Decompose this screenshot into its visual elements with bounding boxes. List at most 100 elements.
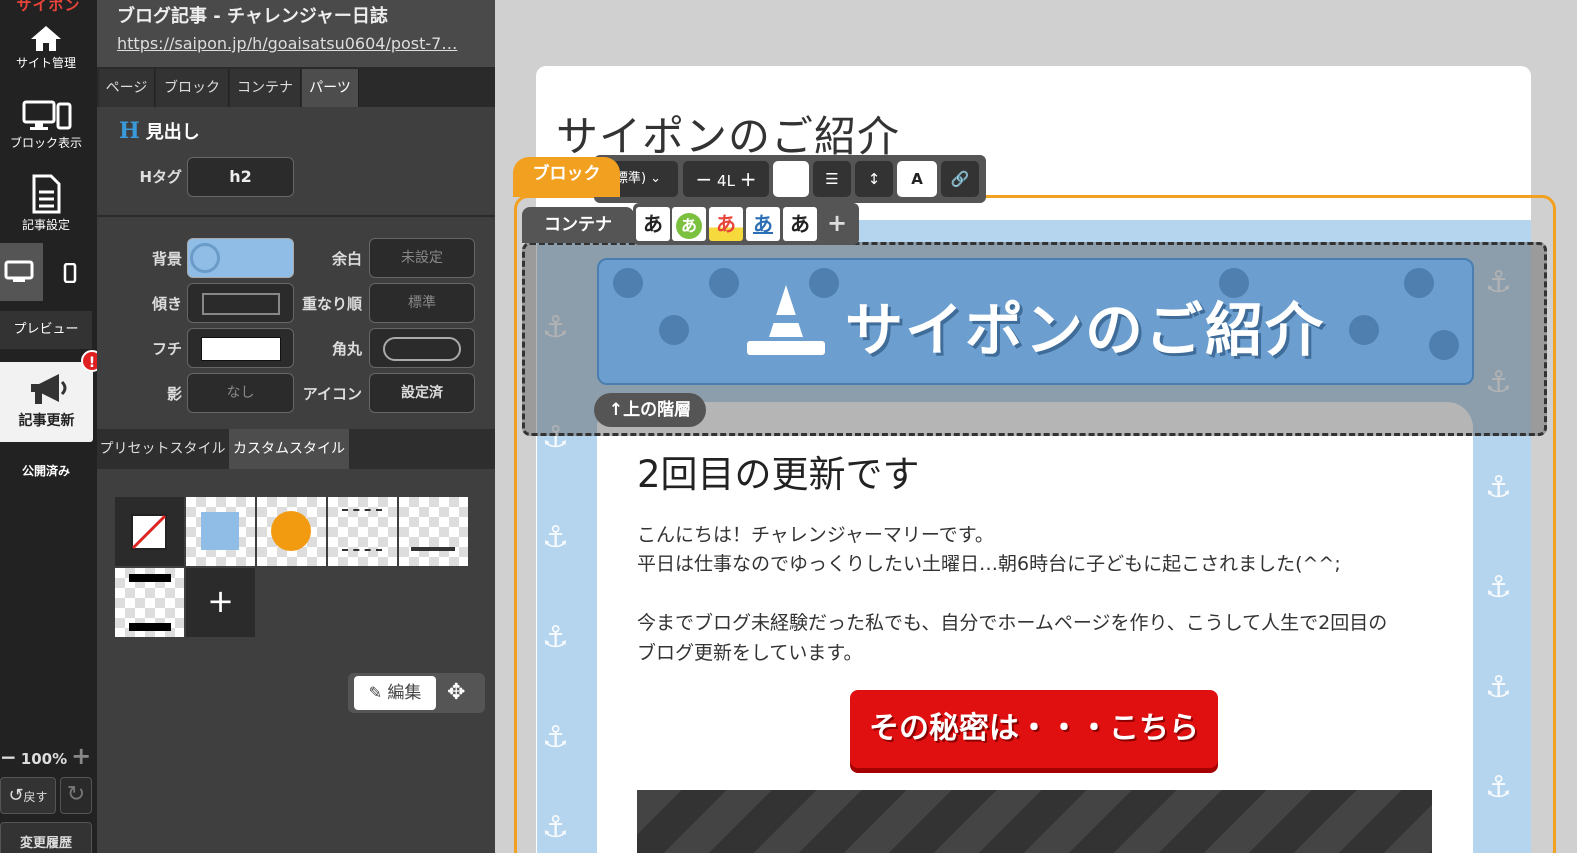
publish-status: 公開済み bbox=[21, 464, 70, 478]
plus-icon: + bbox=[207, 582, 234, 620]
bg-dot bbox=[1429, 330, 1459, 360]
desktop-device-toggle[interactable] bbox=[0, 243, 43, 301]
style-blue-swatch[interactable] bbox=[186, 497, 255, 566]
tab-container[interactable]: コンテナ bbox=[230, 69, 301, 107]
bg-pattern-dot bbox=[190, 243, 220, 273]
margin-label: 余白 bbox=[331, 250, 362, 268]
mobile-icon bbox=[63, 262, 77, 284]
arrow-up-icon: ↑ bbox=[608, 400, 624, 420]
container-tag[interactable]: コンテナ bbox=[522, 207, 634, 243]
app-logo: サイポン bbox=[16, 0, 81, 14]
style-none-swatch[interactable] bbox=[115, 497, 184, 566]
tab-custom-style[interactable]: カスタムスタイル bbox=[229, 429, 349, 469]
bg-color-picker[interactable] bbox=[187, 238, 294, 278]
zorder-label: 重なり順 bbox=[301, 295, 362, 313]
style-dashed-swatch[interactable] bbox=[328, 497, 397, 566]
minus-icon: − bbox=[695, 167, 713, 191]
border-select[interactable] bbox=[187, 328, 294, 368]
zorder-select[interactable]: 標準 bbox=[369, 283, 475, 323]
cta-button[interactable]: その秘密は・・・こちら bbox=[850, 690, 1218, 768]
devices-icon bbox=[22, 100, 72, 130]
tilt-label: 傾き bbox=[151, 295, 182, 313]
font-style-underline[interactable]: あ bbox=[746, 207, 780, 241]
bold-button[interactable]: A bbox=[897, 161, 937, 197]
section-title-label: 見出し bbox=[145, 122, 200, 143]
block-tag[interactable]: ブロック bbox=[513, 157, 620, 197]
icon-select[interactable]: 設定済 bbox=[369, 373, 475, 413]
update-article-button[interactable]: 記事更新 bbox=[0, 362, 93, 442]
zoom-in-button[interactable]: + bbox=[71, 742, 91, 770]
tab-page[interactable]: ページ bbox=[99, 69, 155, 107]
site-manage-button[interactable]: サイト管理 bbox=[0, 24, 92, 71]
shadow-label: 影 bbox=[166, 385, 182, 403]
add-font-style-button[interactable]: + bbox=[827, 209, 847, 237]
margin-select[interactable]: 未設定 bbox=[369, 238, 475, 278]
edit-label: 編集 bbox=[387, 683, 422, 703]
plus-icon: + bbox=[739, 167, 757, 191]
no-style-icon bbox=[131, 514, 167, 550]
color-picker[interactable] bbox=[773, 161, 809, 197]
tab-block[interactable]: ブロック bbox=[156, 69, 229, 107]
font-style-plain[interactable]: あ bbox=[636, 207, 670, 241]
bg-dot bbox=[1349, 315, 1379, 345]
bottom-bar bbox=[129, 623, 171, 631]
htag-select[interactable]: h2 bbox=[187, 157, 294, 197]
blue-tile bbox=[201, 512, 239, 550]
divider bbox=[97, 215, 495, 217]
font-style-marker[interactable]: あ bbox=[709, 207, 743, 241]
page-name: ブログ記事 - チャレンジャー日誌 bbox=[117, 6, 388, 27]
green-sample: あ bbox=[676, 213, 702, 239]
article-settings-button[interactable]: 記事設定 bbox=[0, 174, 92, 233]
tilt-preview bbox=[202, 293, 280, 315]
underline-bar bbox=[411, 547, 455, 551]
paragraph-line: 今までブログ未経験だった私でも、自分でホームページを作り、こうして人生で2回目の bbox=[637, 612, 1388, 634]
mobile-device-toggle[interactable] bbox=[48, 243, 93, 301]
orange-circle bbox=[271, 511, 311, 551]
panel-tabs: ページ ブロック コンテナ パーツ bbox=[97, 67, 495, 107]
cone-icon bbox=[747, 285, 825, 355]
font-style-green[interactable]: あ bbox=[672, 207, 706, 241]
edit-button[interactable]: ✎ 編集 bbox=[354, 676, 436, 710]
up-level-button[interactable]: ↑上の階層 bbox=[594, 393, 706, 427]
htag-label: Hタグ bbox=[139, 168, 182, 186]
dark-pattern-block bbox=[637, 790, 1432, 853]
radius-select[interactable] bbox=[369, 328, 475, 368]
font-size-stepper[interactable]: − 4L + bbox=[683, 161, 769, 197]
page-url-link[interactable]: https://saipon.jp/h/goaisatsu0604/post-7… bbox=[117, 34, 495, 53]
block-toolbar: 標準) ⌄ − 4L + ☰ ↕ A 🔗 bbox=[594, 155, 986, 203]
undo-button[interactable]: ↺戻す bbox=[0, 777, 56, 814]
panel-header: ブログ記事 - チャレンジャー日誌 https://saipon.jp/h/go… bbox=[97, 0, 495, 67]
paragraph-line: 平日は仕事なのでゆっくりしたい土曜日…朝6時台に子どもに起こされました(^^; bbox=[637, 553, 1341, 575]
block-view-button[interactable]: ブロック表示 bbox=[0, 100, 92, 151]
line-height-button[interactable]: ↕ bbox=[855, 161, 893, 197]
add-style-button[interactable]: + bbox=[186, 568, 255, 637]
style-underline-swatch[interactable] bbox=[399, 497, 468, 566]
editor-panel: ブログ記事 - チャレンジャー日誌 https://saipon.jp/h/go… bbox=[97, 0, 495, 853]
preview-button[interactable]: プレビュー bbox=[0, 311, 92, 349]
link-button[interactable]: 🔗 bbox=[941, 161, 979, 197]
document-icon bbox=[32, 174, 61, 214]
style-bars-swatch[interactable] bbox=[115, 568, 184, 637]
align-button[interactable]: ☰ bbox=[813, 161, 851, 197]
move-icon[interactable]: ✥ bbox=[447, 680, 465, 705]
icon-label: アイコン bbox=[302, 385, 362, 403]
shadow-select[interactable]: なし bbox=[187, 373, 294, 413]
tab-parts[interactable]: パーツ bbox=[302, 69, 359, 107]
vertical-arrows-icon: ↕ bbox=[867, 170, 881, 188]
zoom-level: 100% bbox=[20, 750, 68, 768]
redo-button[interactable]: ↻ bbox=[60, 777, 92, 814]
font-size-value: 4L bbox=[717, 172, 735, 190]
border-preview bbox=[201, 337, 281, 361]
bg-dot bbox=[613, 268, 643, 298]
tab-preset-style[interactable]: プリセットスタイル bbox=[97, 429, 228, 469]
bg-dot bbox=[709, 268, 739, 298]
tilt-select[interactable] bbox=[187, 283, 294, 323]
desktop-icon bbox=[4, 260, 34, 282]
zoom-out-button[interactable]: − bbox=[0, 745, 17, 769]
block-view-label: ブロック表示 bbox=[9, 136, 82, 150]
bg-dot bbox=[659, 315, 689, 345]
history-button[interactable]: 変更履歴 bbox=[0, 822, 92, 853]
section-title: H 見出し bbox=[119, 118, 200, 144]
font-style-alt[interactable]: あ bbox=[783, 207, 817, 241]
style-orange-swatch[interactable] bbox=[257, 497, 326, 566]
